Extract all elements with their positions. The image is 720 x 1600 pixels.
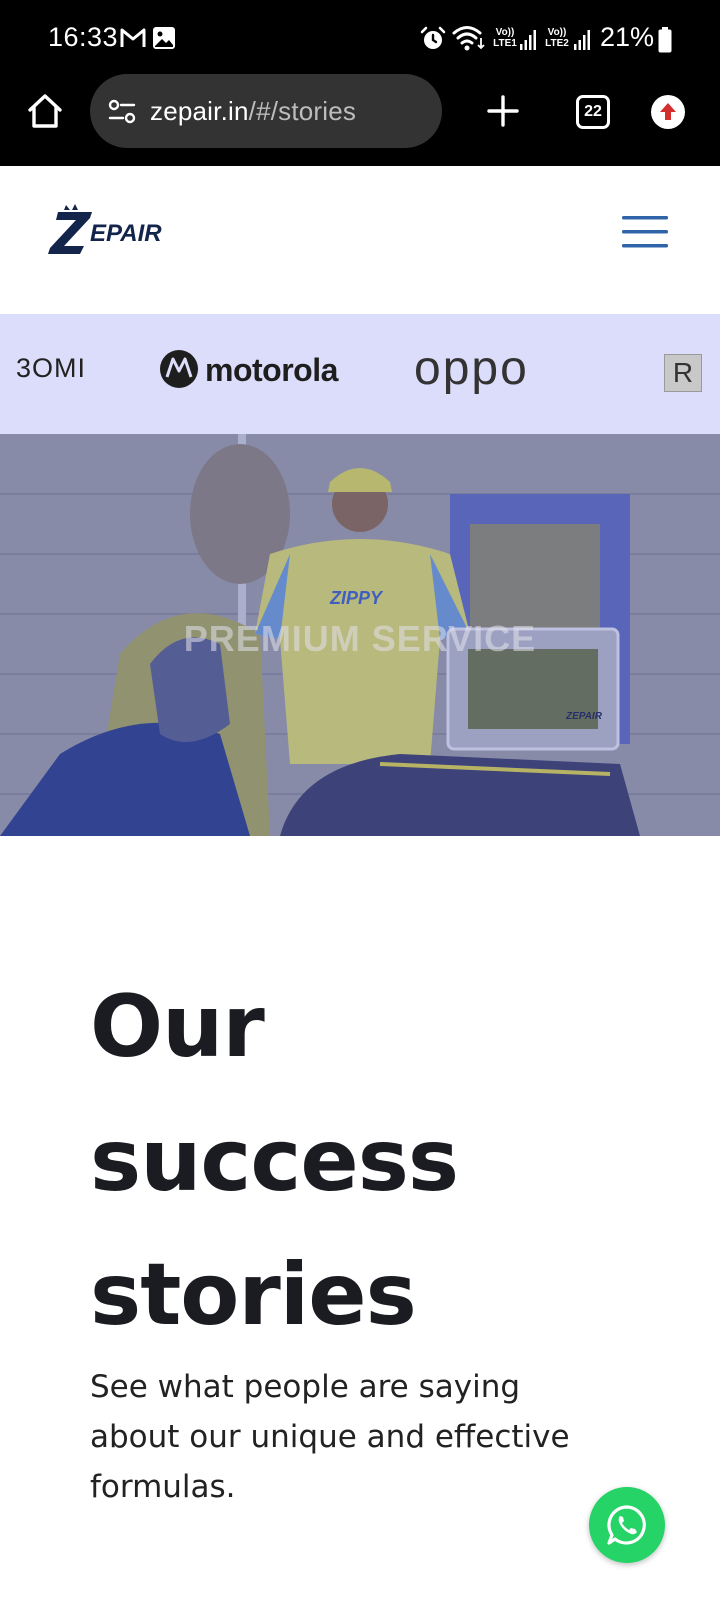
battery-icon [658, 27, 672, 53]
url-path: /#/stories [248, 96, 357, 126]
whatsapp-icon [607, 1505, 646, 1545]
update-icon[interactable] [650, 94, 686, 130]
motorola-wordmark: motorola [205, 352, 338, 388]
wifi-icon [452, 26, 485, 51]
title-line-3: stories [90, 1245, 417, 1345]
signal-sim2-icon [574, 30, 590, 50]
svg-text:EPAIR: EPAIR [90, 220, 162, 247]
title-line-1: Our [90, 977, 265, 1077]
tab-switcher-icon[interactable]: 22 [576, 95, 610, 129]
hero-banner: ZIPPY ZEPAIR PREMIUM SERVICE [0, 434, 720, 836]
new-tab-icon[interactable] [486, 94, 520, 128]
battery-percent: 21% [600, 22, 655, 52]
hero-caption: PREMIUM SERVICE [183, 618, 537, 659]
page-description: See what people are saying about our uni… [90, 1369, 570, 1505]
gmail-icon [120, 28, 146, 47]
site-settings-icon[interactable] [108, 98, 136, 126]
signal-sim1-icon [520, 30, 536, 50]
brand-xiaomi-logo: 3OMI [16, 353, 87, 383]
status-time: 16:33 [48, 22, 119, 52]
whatsapp-button[interactable] [589, 1487, 665, 1563]
brand-oppo-logo: oppo [414, 342, 529, 395]
status-bar: 16:33 Vo)) LTE1 Vo)) LTE2 21% [0, 0, 720, 78]
sim2-volte-label: Vo)) [547, 27, 567, 38]
hamburger-menu-icon[interactable] [622, 214, 668, 250]
sim1-lte-label: LTE1 [493, 38, 517, 49]
motorola-batwing-icon [160, 350, 198, 388]
zepair-logo[interactable]: EPAIR [46, 204, 196, 256]
home-icon[interactable] [26, 92, 64, 130]
url-host: zepair.in [150, 96, 249, 126]
sim1-volte-label: Vo)) [495, 27, 515, 38]
url-text[interactable]: zepair.in/#/stories [150, 96, 356, 127]
sim2-label: Vo)) LTE2 [542, 27, 572, 49]
title-line-2: success [90, 1111, 459, 1211]
gallery-icon [153, 27, 175, 49]
alarm-icon [420, 26, 446, 49]
sim2-lte-label: LTE2 [545, 38, 569, 49]
page-title: Our success stories [90, 960, 650, 1362]
sim1-label: Vo)) LTE1 [490, 27, 520, 49]
brand-carousel: 3OMI motorola oppo R [0, 314, 720, 434]
brand-realme-logo: R [664, 354, 702, 392]
brand-motorola-logo: motorola [159, 349, 338, 391]
